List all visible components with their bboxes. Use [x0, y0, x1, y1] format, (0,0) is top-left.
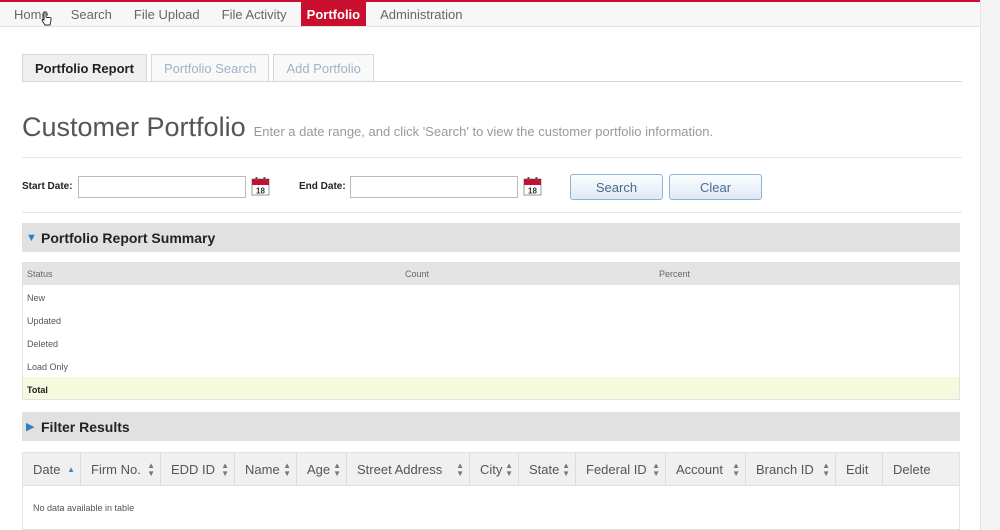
- sort-icon[interactable]: ▲ ▼: [652, 461, 660, 478]
- summary-title: Portfolio Report Summary: [41, 229, 216, 246]
- page-subtitle: Enter a date range, and click 'Search' t…: [253, 124, 714, 139]
- date-range-form: Start Date: 18 End Date: 18 Search Clear: [22, 172, 962, 202]
- table-row: Updated: [27, 316, 62, 326]
- nav-administration[interactable]: Administration: [372, 2, 470, 26]
- end-calendar-day: 18: [528, 187, 537, 196]
- divider: [22, 157, 962, 158]
- nav-search[interactable]: Search: [63, 2, 120, 26]
- col-age[interactable]: Age ▲ ▼: [297, 453, 347, 486]
- sort-asc-icon[interactable]: ▲: [67, 465, 75, 474]
- top-nav: Home Search File Upload File Activity Po…: [0, 0, 980, 27]
- col-date[interactable]: Date ▲: [23, 453, 81, 486]
- nav-portfolio[interactable]: Portfolio: [300, 2, 367, 26]
- results-header-row: Date ▲ Firm No. ▲ ▼ EDD ID ▲ ▼ Name ▲ ▼ Age ▲ ▼ S…: [23, 453, 959, 486]
- sort-icon[interactable]: ▲ ▼: [562, 461, 570, 478]
- table-row: Deleted: [27, 339, 59, 349]
- col-firm-no[interactable]: Firm No. ▲ ▼: [81, 453, 161, 486]
- col-federal-id[interactable]: Federal ID ▲ ▼: [576, 453, 666, 486]
- empty-table-message: No data available in table: [33, 503, 135, 513]
- expand-right-icon[interactable]: ▶: [26, 420, 41, 433]
- col-city[interactable]: City ▲ ▼: [470, 453, 519, 486]
- filter-title: Filter Results: [41, 418, 130, 435]
- filter-section-header[interactable]: ▶ Filter Results: [22, 412, 960, 441]
- col-edit: Edit: [836, 453, 883, 486]
- col-percent: Percent: [659, 269, 691, 279]
- tab-portfolio-search[interactable]: Portfolio Search: [150, 54, 270, 81]
- end-date-label: End Date:: [299, 181, 346, 192]
- end-date-calendar-icon[interactable]: 18: [523, 176, 542, 196]
- summary-header-row: Status Count Percent: [23, 263, 959, 285]
- nav-file-activity[interactable]: File Activity: [214, 2, 295, 26]
- page-title: Customer Portfolio: [22, 112, 246, 142]
- end-date-input[interactable]: [350, 176, 518, 198]
- col-street-address[interactable]: Street Address ▲ ▼: [347, 453, 470, 486]
- hand-cursor-icon: [41, 11, 52, 26]
- col-state[interactable]: State ▲ ▼: [519, 453, 576, 486]
- start-date-calendar-icon[interactable]: 18: [251, 176, 270, 196]
- sort-icon[interactable]: ▲ ▼: [732, 461, 740, 478]
- clear-button[interactable]: Clear: [669, 174, 762, 200]
- col-count: Count: [405, 269, 430, 279]
- sort-icon[interactable]: ▲ ▼: [221, 461, 229, 478]
- col-status: Status: [27, 269, 53, 279]
- col-branch-id[interactable]: Branch ID ▲ ▼: [746, 453, 836, 486]
- page-scrollbar[interactable]: [980, 0, 1000, 530]
- sort-icon[interactable]: ▲ ▼: [333, 461, 341, 478]
- col-delete: Delete: [893, 462, 931, 477]
- sort-icon[interactable]: ▲ ▼: [456, 461, 464, 478]
- col-account[interactable]: Account ▲ ▼: [666, 453, 746, 486]
- tab-portfolio-report[interactable]: Portfolio Report: [22, 54, 147, 81]
- nav-file-upload[interactable]: File Upload: [126, 2, 208, 26]
- divider: [22, 212, 962, 213]
- search-button[interactable]: Search: [570, 174, 663, 200]
- collapse-down-icon[interactable]: ▼: [26, 232, 41, 244]
- table-row: Load Only: [27, 362, 69, 372]
- col-name[interactable]: Name ▲ ▼: [235, 453, 297, 486]
- start-date-input[interactable]: [78, 176, 246, 198]
- start-date-label: Start Date:: [22, 181, 73, 192]
- page-heading: Customer Portfolio Enter a date range, a…: [22, 112, 713, 143]
- results-table: Date ▲ Firm No. ▲ ▼ EDD ID ▲ ▼ Name ▲ ▼ Age ▲ ▼ S…: [22, 452, 960, 530]
- sort-icon[interactable]: ▲ ▼: [283, 461, 291, 478]
- sort-icon[interactable]: ▲ ▼: [822, 461, 830, 478]
- summary-section-header[interactable]: ▼ Portfolio Report Summary: [22, 223, 960, 252]
- tab-add-portfolio[interactable]: Add Portfolio: [273, 54, 374, 81]
- start-calendar-day: 18: [256, 187, 265, 196]
- summary-table: Status Count Percent New Updated Deleted…: [22, 262, 960, 400]
- total-row: Total: [23, 377, 959, 399]
- table-row: New: [27, 293, 46, 303]
- sort-icon[interactable]: ▲ ▼: [505, 461, 513, 478]
- sort-icon[interactable]: ▲ ▼: [147, 461, 155, 478]
- portfolio-tabs: Portfolio Report Portfolio Search Add Po…: [22, 54, 962, 82]
- col-edd-id[interactable]: EDD ID ▲ ▼: [161, 453, 235, 486]
